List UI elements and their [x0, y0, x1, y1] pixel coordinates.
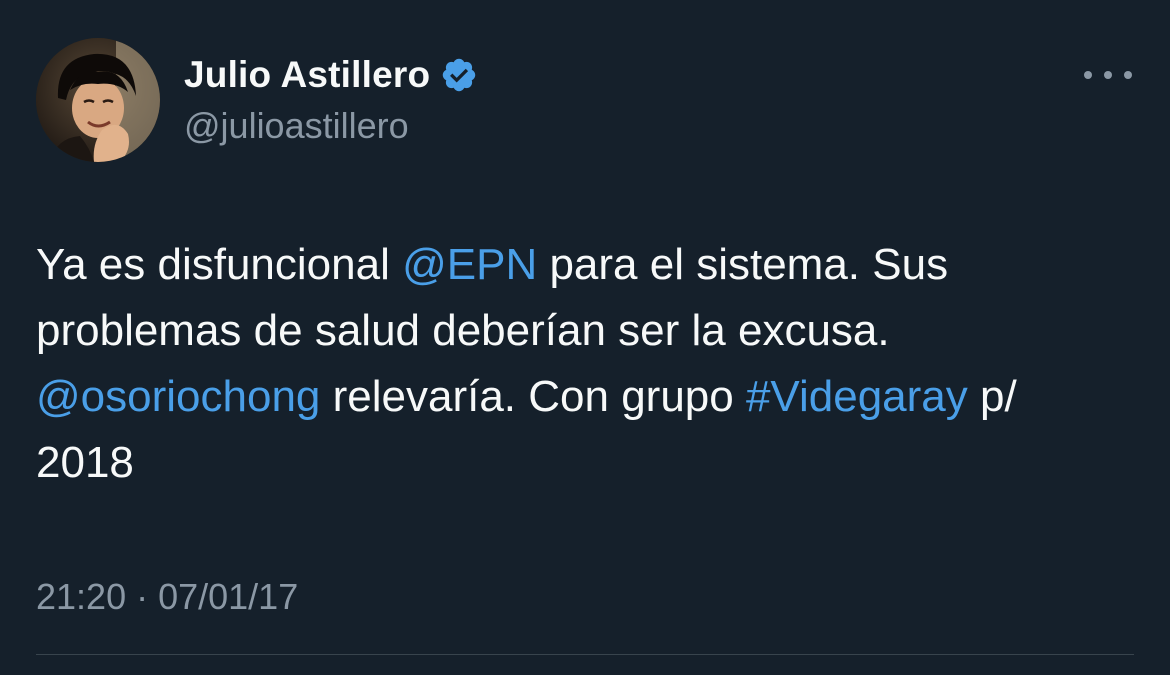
author-name-row: Julio Astillero: [184, 52, 478, 98]
tweet-text-segment: Ya es disfuncional: [36, 240, 403, 289]
tweet-timestamp[interactable]: 21:20 · 07/01/17: [36, 576, 298, 618]
tweet-card: Julio Astillero @julioastillero Ya es di…: [0, 0, 1170, 675]
divider: [36, 654, 1134, 655]
mention-link[interactable]: @osoriochong: [36, 372, 320, 421]
mention-link[interactable]: @EPN: [402, 240, 537, 289]
dot: [1084, 71, 1092, 79]
hashtag-link[interactable]: #Videgaray: [746, 372, 968, 421]
dot: [1124, 71, 1132, 79]
tweet-text: Ya es disfuncional @EPN para el sistema.…: [36, 232, 1126, 496]
more-options-icon[interactable]: [1084, 60, 1132, 90]
author-handle[interactable]: @julioastillero: [184, 105, 409, 147]
verified-badge-icon[interactable]: [440, 56, 478, 94]
tweet-text-segment: relevaría. Con grupo: [320, 372, 746, 421]
display-name[interactable]: Julio Astillero: [184, 54, 430, 96]
dot: [1104, 71, 1112, 79]
avatar[interactable]: [36, 38, 160, 162]
avatar-image: [36, 38, 160, 162]
